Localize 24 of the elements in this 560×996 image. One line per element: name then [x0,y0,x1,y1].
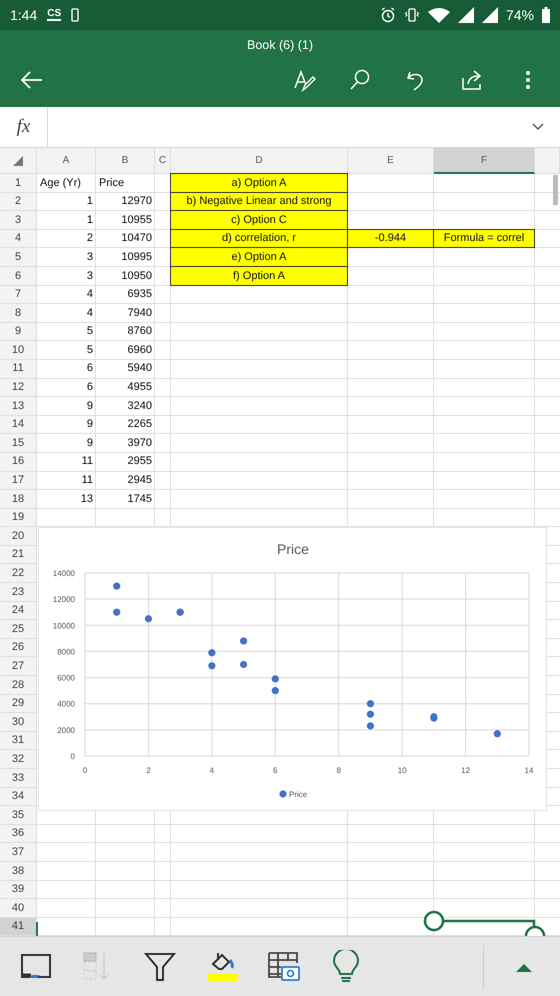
notification-badge: CS [47,9,62,21]
legend-label: Price [289,790,308,799]
axis-label: 2 [146,766,151,775]
axis-label: 14000 [52,569,75,578]
axis-label: 10000 [52,621,75,630]
axis-label: 8000 [57,647,75,656]
axis-label: 6 [273,766,278,775]
axis-label: 0 [82,766,88,775]
legend-item: Price [279,790,308,799]
chart-title: Price [277,541,309,557]
axis-label: 10 [398,766,407,775]
axis-label: 4000 [57,700,75,709]
axis-label: 12000 [52,595,75,604]
axis-label: 8 [336,766,341,775]
axis-label: 0 [70,752,75,761]
axis-label: 12 [461,766,470,775]
function-label: fx [16,114,30,139]
axis-label: 4 [210,766,214,775]
battery-level: 74% [506,6,534,24]
status-time: 1:44 [10,6,38,24]
axis-label: 14 [524,766,534,775]
axis-label: 2000 [57,726,75,735]
window-title: Book (6) (1) [247,38,313,52]
axis-label: 6000 [57,674,75,683]
